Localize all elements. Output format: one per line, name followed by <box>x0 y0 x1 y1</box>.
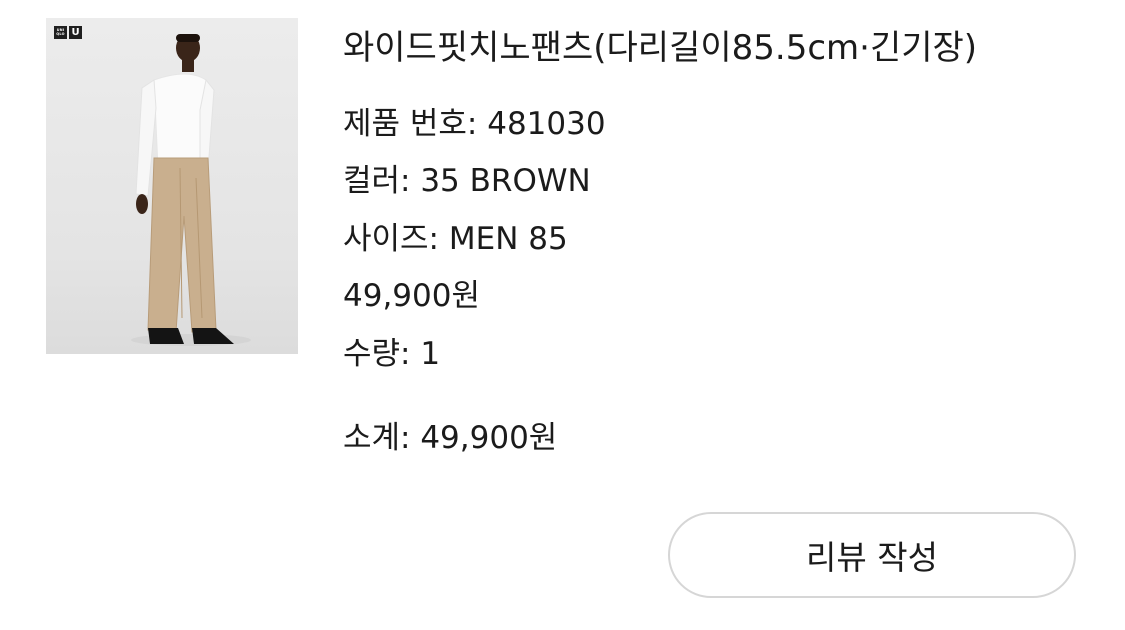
product-size: 사이즈: MEN 85 <box>343 221 568 257</box>
uniqlo-logo-line-2: QLO <box>56 31 65 36</box>
product-price: 49,900원 <box>343 278 480 314</box>
product-image[interactable]: UNI QLO U <box>46 18 298 354</box>
product-subtotal: 소계: 49,900원 <box>343 420 558 456</box>
product-number: 제품 번호: 481030 <box>343 106 606 142</box>
uniqlo-logo: UNI QLO <box>54 26 67 39</box>
write-review-button[interactable]: 리뷰 작성 <box>668 512 1076 598</box>
brand-logo: UNI QLO U <box>54 26 82 39</box>
uniqlo-u-logo: U <box>69 26 82 39</box>
product-quantity: 수량: 1 <box>343 336 441 372</box>
product-name[interactable]: 와이드핏치노팬츠(다리길이85.5cm·긴기장) <box>343 24 977 72</box>
product-photo-illustration <box>131 34 251 346</box>
order-item-card: UNI QLO U 와이드핏치노팬츠(다리길이85.5cm·긴기장) 제품 번호… <box>0 0 1125 630</box>
product-color: 컬러: 35 BROWN <box>343 163 591 199</box>
